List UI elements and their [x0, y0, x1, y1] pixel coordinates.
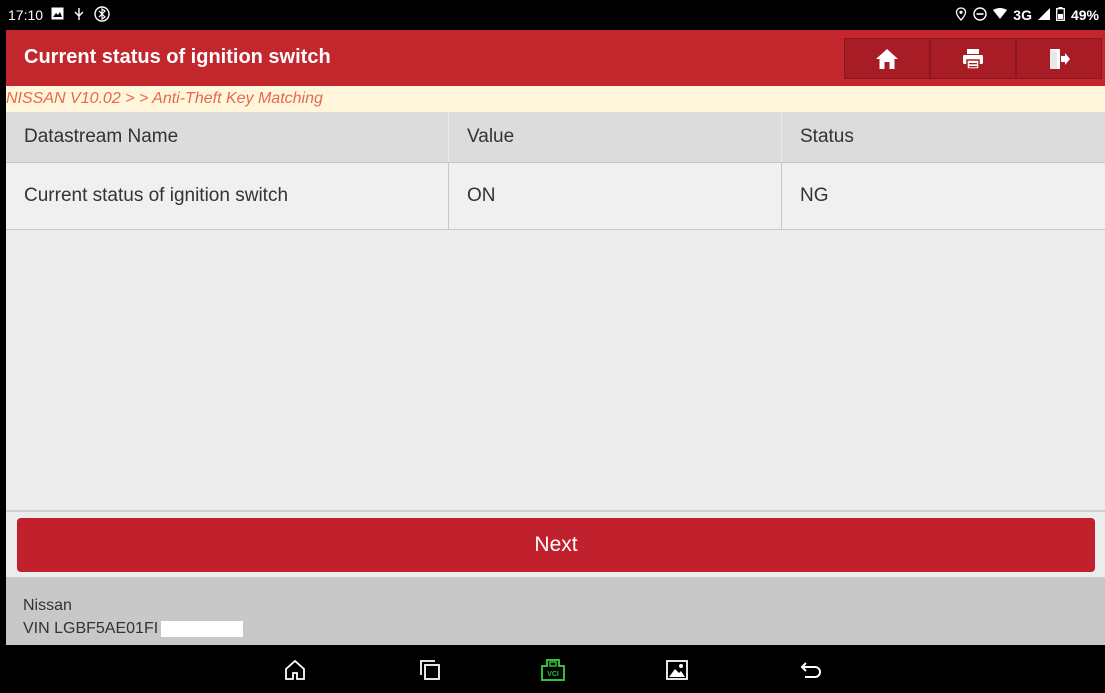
vehicle-vin: VIN LGBF5AE01FI [23, 620, 244, 638]
nav-recents-button[interactable] [414, 655, 446, 685]
vin-text: VIN LGBF5AE01FI [23, 620, 159, 637]
clock: 17:10 [8, 7, 44, 23]
table-header: Datastream Name Value Status [6, 112, 1105, 163]
svg-text:VCI: VCI [547, 671, 559, 678]
nav-vci-button[interactable]: VCI [537, 655, 569, 685]
exit-button[interactable] [1016, 38, 1102, 79]
location-icon [955, 6, 967, 24]
printer-icon [963, 48, 983, 70]
page-title: Current status of ignition switch [24, 46, 331, 68]
battery-icon [1056, 6, 1065, 24]
exit-icon [1050, 48, 1070, 69]
bluetooth-circle-icon [94, 5, 110, 25]
vehicle-info-footer: Nissan VIN LGBF5AE01FI [6, 577, 1105, 645]
next-button[interactable]: Next [17, 518, 1095, 572]
column-header-name: Datastream Name [6, 112, 449, 162]
vehicle-make: Nissan [23, 597, 72, 614]
app-window: Current status of ignition switch NISSAN… [6, 30, 1105, 645]
column-header-value: Value [449, 112, 782, 162]
usb-debug-icon [72, 7, 86, 24]
vin-redaction [161, 621, 244, 637]
do-not-disturb-icon [973, 6, 987, 24]
datastream-table: Datastream Name Value Status Current sta… [6, 112, 1105, 230]
signal-icon [1037, 7, 1050, 23]
status-bar: 17:10 3G 49% [0, 0, 1105, 30]
row-name-cell: Current status of ignition switch [6, 163, 449, 229]
home-outline-icon [285, 659, 305, 680]
divider [6, 510, 1105, 512]
recent-apps-icon [420, 660, 440, 680]
gallery-notification-icon [51, 7, 64, 23]
vci-icon: VCI [541, 659, 565, 681]
home-button[interactable] [844, 38, 930, 79]
row-value-cell: ON [449, 163, 782, 229]
battery-level: 49% [1070, 7, 1099, 23]
network-type: 3G [1013, 7, 1032, 23]
column-header-status: Status [800, 126, 854, 147]
row-status-cell: NG [800, 185, 829, 206]
breadcrumb: NISSAN V10.02 > > Anti-Theft Key Matchin… [6, 86, 1105, 112]
wifi-icon [993, 7, 1008, 23]
nav-home-button[interactable] [279, 655, 311, 685]
navigation-bar: VCI [0, 645, 1105, 693]
image-icon [666, 660, 688, 680]
title-bar: Current status of ignition switch [6, 30, 1105, 86]
print-button[interactable] [930, 38, 1016, 79]
home-icon [876, 48, 898, 69]
table-row[interactable]: Current status of ignition switch ON NG [6, 163, 1105, 230]
back-icon [800, 662, 821, 678]
nav-gallery-button[interactable] [661, 655, 693, 685]
breadcrumb-text: NISSAN V10.02 > > Anti-Theft Key Matchin… [6, 90, 323, 107]
nav-back-button[interactable] [795, 655, 827, 685]
